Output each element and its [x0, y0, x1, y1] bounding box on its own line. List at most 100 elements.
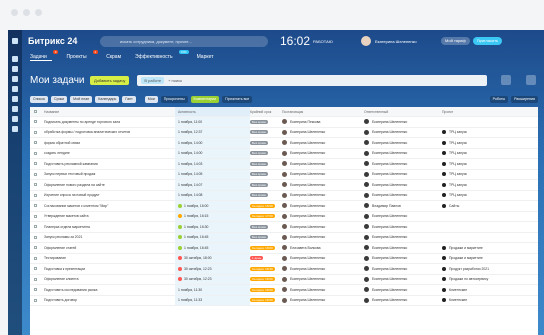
- creator-name[interactable]: Екатерина Шелепенко: [290, 183, 325, 187]
- task-project[interactable]: ТРЦ запуск: [442, 193, 518, 198]
- responsible-name[interactable]: Владимир Павлов: [372, 204, 401, 208]
- task-creator[interactable]: Екатерина Шелепенко: [282, 129, 364, 135]
- task-title[interactable]: Оформление клиента: [40, 277, 175, 281]
- avatar[interactable]: [361, 36, 371, 46]
- task-creator[interactable]: Екатерина Шелепенко: [282, 192, 364, 198]
- task-title[interactable]: Запуск рекламы за 2021: [40, 235, 175, 239]
- col-responsible[interactable]: Ответственный: [364, 110, 442, 114]
- task-responsible[interactable]: Екатерина Шелепенко: [364, 276, 442, 282]
- work-status[interactable]: РАБОТАЮ: [313, 39, 353, 44]
- creator-name[interactable]: Екатерина Шелепенко: [290, 267, 325, 271]
- project-name[interactable]: ТРЦ запуск: [449, 162, 467, 166]
- col-activity[interactable]: Активность: [175, 107, 250, 116]
- deadline-badge[interactable]: Без срока: [250, 130, 268, 135]
- deadline-badge[interactable]: Без срока: [250, 161, 268, 166]
- user-name[interactable]: Екатерина Шелепенко: [375, 39, 435, 44]
- checkbox[interactable]: [33, 225, 37, 229]
- creator-name[interactable]: Екатерина Шелепенко: [290, 162, 325, 166]
- task-responsible[interactable]: Екатерина Шелепенко: [364, 182, 442, 188]
- col-title[interactable]: Название: [40, 110, 175, 114]
- creator-name[interactable]: Екатерина Пеккова: [290, 120, 320, 124]
- robots-button[interactable]: Роботы: [489, 95, 509, 103]
- task-responsible[interactable]: Екатерина Шелепенко: [364, 192, 442, 198]
- table-row[interactable]: Подготовить рекламной кампании 1 ноября, …: [30, 159, 538, 170]
- deadline-badge[interactable]: Без срока: [250, 224, 268, 229]
- drive-icon[interactable]: [12, 96, 18, 102]
- responsible-name[interactable]: Екатерина Шелепенко: [372, 246, 407, 250]
- project-name[interactable]: Продажи и маркетинг: [449, 256, 483, 260]
- task-responsible[interactable]: Екатерина Шелепенко: [364, 297, 442, 303]
- search-input[interactable]: искать сотрудника, документ, прочее...: [100, 35, 268, 47]
- task-responsible[interactable]: Екатерина Шелепенко: [364, 171, 442, 177]
- task-title[interactable]: Подготовить договор: [40, 298, 175, 302]
- tab-projects[interactable]: Проекты 1: [66, 50, 99, 61]
- project-name[interactable]: ТРЦ запуск: [449, 193, 467, 197]
- row-checkbox-cell[interactable]: [30, 298, 40, 302]
- task-creator[interactable]: Екатерина Шелепенко: [282, 150, 364, 156]
- row-checkbox-cell[interactable]: [30, 288, 40, 292]
- project-name[interactable]: ТРЦ запуск: [449, 183, 467, 187]
- table-row[interactable]: Оформление статей 1 ноября, 16:45 Сегодня,…: [30, 243, 538, 254]
- task-deadline[interactable]: Без срока: [250, 235, 282, 240]
- checkbox[interactable]: [33, 214, 37, 218]
- task-responsible[interactable]: Екатерина Шелепенко: [364, 213, 442, 219]
- task-title[interactable]: обработка формы / подготовка аналитическ…: [40, 130, 175, 134]
- task-project[interactable]: ТРЦ запуск: [442, 172, 518, 177]
- view-list[interactable]: Список: [30, 95, 48, 103]
- project-name[interactable]: ТРЦ запуск: [449, 172, 467, 176]
- checkbox[interactable]: [33, 183, 37, 187]
- task-title[interactable]: создать лендинг: [40, 151, 175, 155]
- calendar-icon[interactable]: [12, 76, 18, 82]
- tasks-icon[interactable]: [12, 86, 18, 92]
- task-deadline[interactable]: Сегодня, 18:00: [250, 287, 282, 292]
- responsible-name[interactable]: Екатерина Шелепенко: [372, 183, 407, 187]
- task-responsible[interactable]: Екатерина Шелепенко: [364, 161, 442, 167]
- table-row[interactable]: Планерка отдела маркетинга 1 ноября, 16:3…: [30, 222, 538, 233]
- col-project[interactable]: Проект: [442, 110, 518, 114]
- checkbox[interactable]: [33, 298, 37, 302]
- task-title[interactable]: Запуск первых тестовый продаж: [40, 172, 175, 176]
- checkbox[interactable]: [33, 288, 37, 292]
- task-creator[interactable]: Екатерина Шелепенко: [282, 234, 364, 240]
- project-name[interactable]: Продукт разработки 2021: [449, 267, 489, 271]
- row-checkbox-cell[interactable]: [30, 225, 40, 229]
- deadline-badge[interactable]: Сегодня, 18:30: [250, 266, 275, 271]
- table-row[interactable]: Подготовить исследования рынка 1 ноября, …: [30, 285, 538, 296]
- task-title[interactable]: Тестирование: [40, 256, 175, 260]
- settings-icon[interactable]: [12, 126, 18, 132]
- checkbox[interactable]: [33, 151, 37, 155]
- task-project[interactable]: ТРЦ запуск: [442, 151, 518, 156]
- table-row[interactable]: Оформление клиента 30 октября, 12:23 Сегод…: [30, 274, 538, 285]
- task-project[interactable]: ТРЦ запуск: [442, 140, 518, 145]
- tab-market[interactable]: Маркет: [197, 54, 214, 61]
- task-creator[interactable]: Елизавета Волкова: [282, 245, 364, 251]
- checkbox[interactable]: [33, 162, 37, 166]
- deadline-badge[interactable]: Сегодня, 18:00: [250, 277, 275, 282]
- task-creator[interactable]: Екатерина Шелепенко: [282, 276, 364, 282]
- task-deadline[interactable]: Без срока: [250, 130, 282, 135]
- responsible-name[interactable]: Екатерина Шелепенко: [372, 193, 407, 197]
- creator-name[interactable]: Екатерина Шелепенко: [290, 277, 325, 281]
- task-deadline[interactable]: Без срока: [250, 193, 282, 198]
- more-icon[interactable]: [526, 75, 536, 85]
- app-logo[interactable]: Битрикс 24: [28, 36, 100, 46]
- checkbox[interactable]: [33, 110, 37, 113]
- invite-button[interactable]: Пригласить: [472, 37, 503, 45]
- view-gantt[interactable]: Гант: [122, 95, 136, 103]
- project-name[interactable]: ТРЦ запуск: [449, 141, 467, 145]
- tab-efficiency[interactable]: Эффективность 72%: [135, 50, 189, 61]
- task-deadline[interactable]: Без срока: [250, 182, 282, 187]
- checkbox[interactable]: [33, 246, 37, 250]
- task-creator[interactable]: Екатерина Шелепенко: [282, 203, 364, 209]
- creator-name[interactable]: Екатерина Шелепенко: [290, 130, 325, 134]
- row-checkbox-cell[interactable]: [30, 162, 40, 166]
- deadline-badge[interactable]: Без срока: [250, 151, 268, 156]
- task-creator[interactable]: Екатерина Шелепенко: [282, 287, 364, 293]
- table-row[interactable]: Оформление нового раздела на сайте 1 нояб…: [30, 180, 538, 191]
- creator-name[interactable]: Екатерина Шелепенко: [290, 193, 325, 197]
- menu-icon[interactable]: [12, 38, 18, 44]
- task-title[interactable]: Подготовить рекламной кампании: [40, 162, 175, 166]
- row-checkbox-cell[interactable]: [30, 246, 40, 250]
- table-row[interactable]: Подписать документы по аренде торгового …: [30, 117, 538, 128]
- task-deadline[interactable]: 1 день: [250, 256, 282, 261]
